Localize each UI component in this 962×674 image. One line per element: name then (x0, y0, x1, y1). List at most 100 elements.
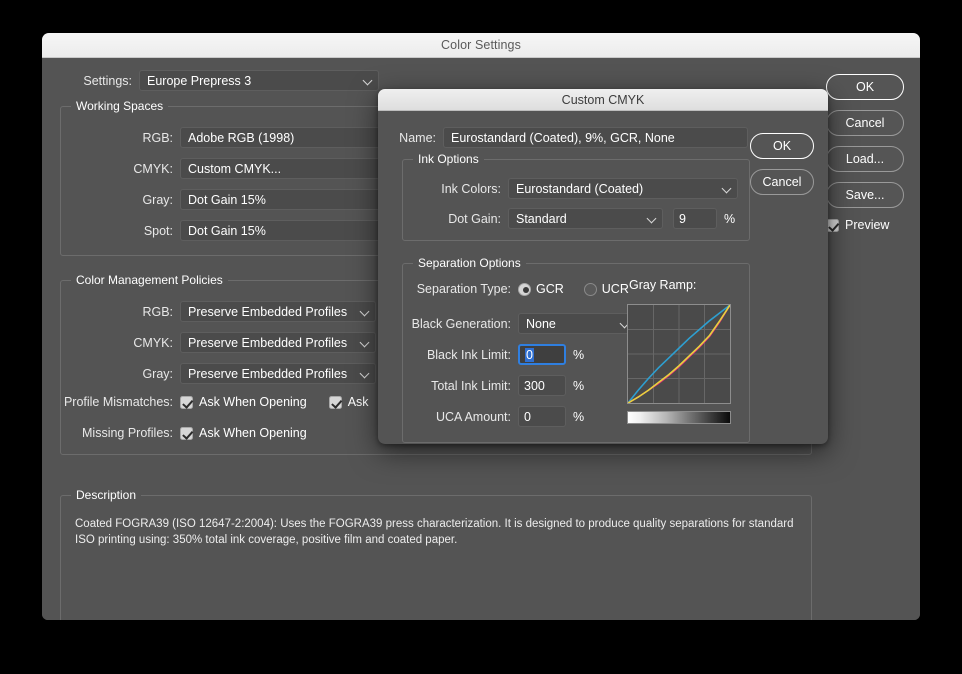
window-titlebar: Color Settings (42, 33, 920, 58)
working-space-value-rgb: Adobe RGB (1998) (188, 130, 295, 145)
cancel-button[interactable]: Cancel (826, 110, 904, 136)
custom-cmyk-title: Custom CMYK (561, 92, 645, 107)
side-button-column: OK Cancel Load... Save... Preview (826, 74, 904, 232)
save-button[interactable]: Save... (826, 182, 904, 208)
profile-mismatches-row: Profile Mismatches: Ask When Opening Ask (42, 395, 369, 409)
settings-select[interactable]: Europe Prepress 3 (139, 70, 379, 91)
checkbox-ask-when-opening-mismatch[interactable]: Ask When Opening (180, 395, 307, 409)
custom-cmyk-ok-button[interactable]: OK (750, 133, 814, 159)
custom-cmyk-dialog: Custom CMYK Name: Eurostandard (Coated),… (378, 89, 828, 444)
ink-options-group: Ink Options Ink Colors: Eurostandard (Co… (402, 152, 750, 241)
chevron-down-icon (361, 338, 369, 346)
dot-gain-select[interactable]: Standard (508, 208, 663, 229)
policy-value-gray: Preserve Embedded Profiles (188, 366, 348, 381)
uca-amount-value: 0 (524, 409, 531, 424)
ok-button[interactable]: OK (826, 74, 904, 100)
working-space-label-cmyk: CMYK: (133, 161, 173, 176)
gray-ramp-label: Gray Ramp: (629, 278, 697, 292)
working-space-label-spot: Spot: (143, 223, 173, 238)
total-ink-limit-input[interactable]: 300 (518, 375, 566, 396)
name-input-value: Eurostandard (Coated), 9%, GCR, None (451, 130, 675, 145)
separation-options-title: Separation Options (413, 256, 526, 270)
radio-dot-icon (518, 282, 531, 296)
working-space-label-rgb: RGB: (142, 130, 173, 145)
policy-row-rgb: RGB: Preserve Embedded Profiles (85, 301, 376, 322)
chevron-down-icon (364, 76, 372, 84)
chevron-down-icon (361, 307, 369, 315)
custom-cmyk-titlebar: Custom CMYK (378, 89, 828, 111)
policy-select-rgb[interactable]: Preserve Embedded Profiles (180, 301, 376, 322)
checkbox-label: Ask (347, 395, 369, 409)
radio-gcr[interactable]: GCR (518, 282, 564, 296)
checkbox-ask-when-opening-missing[interactable]: Ask When Opening (180, 426, 307, 440)
policy-select-cmyk[interactable]: Preserve Embedded Profiles (180, 332, 376, 353)
black-ink-limit-unit: % (573, 347, 585, 362)
black-ink-limit-value: 0 (525, 347, 534, 362)
color-management-policies-title: Color Management Policies (71, 273, 228, 287)
working-space-value-cmyk: Custom CMYK... (188, 161, 282, 176)
gray-ramp-chart (627, 304, 731, 404)
total-ink-limit-label: Total Ink Limit: (431, 378, 511, 393)
policy-row-cmyk: CMYK: Preserve Embedded Profiles (85, 332, 376, 353)
black-generation-select[interactable]: None (518, 313, 636, 334)
checkmark-icon (180, 395, 193, 409)
separation-type-row: Separation Type: GCR UCR (399, 282, 649, 296)
working-space-value-gray: Dot Gain 15% (188, 192, 266, 207)
dot-gain-row: Dot Gain: Standard 9 % (413, 208, 735, 229)
dot-gain-amount-input[interactable]: 9 (673, 208, 717, 229)
ink-colors-select[interactable]: Eurostandard (Coated) (508, 178, 738, 199)
uca-amount-label: UCA Amount: (435, 409, 511, 424)
checkmark-icon (328, 395, 342, 409)
missing-profiles-label: Missing Profiles: (82, 426, 173, 440)
custom-cmyk-body: Name: Eurostandard (Coated), 9%, GCR, No… (378, 111, 828, 444)
custom-cmyk-button-column: OK Cancel (750, 133, 814, 205)
policy-label-rgb: RGB: (142, 304, 173, 319)
working-spaces-title: Working Spaces (71, 99, 169, 113)
name-input[interactable]: Eurostandard (Coated), 9%, GCR, None (443, 127, 748, 148)
preview-label: Preview (845, 218, 890, 232)
custom-cmyk-cancel-button[interactable]: Cancel (750, 169, 814, 195)
checkbox-label: Ask When Opening (199, 395, 307, 409)
separation-options-group: Separation Options Separation Type: GCR … (399, 256, 750, 443)
chevron-down-icon (361, 369, 369, 377)
dot-gain-unit: % (724, 211, 736, 226)
description-title: Description (71, 488, 142, 502)
black-generation-row: Black Generation: None (399, 313, 636, 334)
radio-dot-icon (583, 282, 597, 296)
total-ink-limit-value: 300 (524, 378, 545, 393)
ink-colors-row: Ink Colors: Eurostandard (Coated) (413, 178, 738, 199)
total-ink-limit-row: Total Ink Limit: 300 % (399, 375, 584, 396)
radio-ucr-label: UCR (601, 282, 629, 296)
name-row: Name: Eurostandard (Coated), 9%, GCR, No… (390, 127, 748, 148)
policy-value-cmyk: Preserve Embedded Profiles (188, 335, 348, 350)
dot-gain-label: Dot Gain: (448, 211, 501, 226)
black-ink-limit-label: Black Ink Limit: (426, 347, 511, 362)
working-space-label-gray: Gray: (142, 192, 173, 207)
ink-colors-label: Ink Colors: (441, 181, 501, 196)
checkbox-ask-when-pasting-mismatch[interactable]: Ask (328, 395, 369, 409)
black-ink-limit-row: Black Ink Limit: 0 % (399, 344, 584, 365)
missing-profiles-row: Missing Profiles: Ask When Opening (42, 426, 307, 440)
checkbox-preview[interactable]: Preview (826, 218, 904, 232)
policy-label-cmyk: CMYK: (133, 335, 173, 350)
black-generation-label: Black Generation: (411, 316, 511, 331)
checkbox-label: Ask When Opening (199, 426, 307, 440)
working-space-value-spot: Dot Gain 15% (188, 223, 266, 238)
policy-select-gray[interactable]: Preserve Embedded Profiles (180, 363, 376, 384)
dot-gain-value: Standard (516, 211, 567, 226)
load-button[interactable]: Load... (826, 146, 904, 172)
policy-value-rgb: Preserve Embedded Profiles (188, 304, 348, 319)
radio-gcr-label: GCR (536, 282, 564, 296)
uca-amount-input[interactable]: 0 (518, 406, 566, 427)
separation-type-label: Separation Type: (416, 282, 511, 296)
name-label: Name: (399, 130, 436, 145)
uca-amount-row: UCA Amount: 0 % (399, 406, 584, 427)
black-ink-limit-input[interactable]: 0 (518, 344, 566, 365)
radio-ucr[interactable]: UCR (583, 282, 629, 296)
description-text: Coated FOGRA39 (ISO 12647-2:2004): Uses … (75, 518, 794, 546)
chevron-down-icon (723, 184, 731, 192)
uca-amount-unit: % (573, 409, 585, 424)
settings-row: Settings: Europe Prepress 3 (68, 70, 379, 91)
settings-select-value: Europe Prepress 3 (147, 73, 252, 88)
chevron-down-icon (648, 214, 656, 222)
